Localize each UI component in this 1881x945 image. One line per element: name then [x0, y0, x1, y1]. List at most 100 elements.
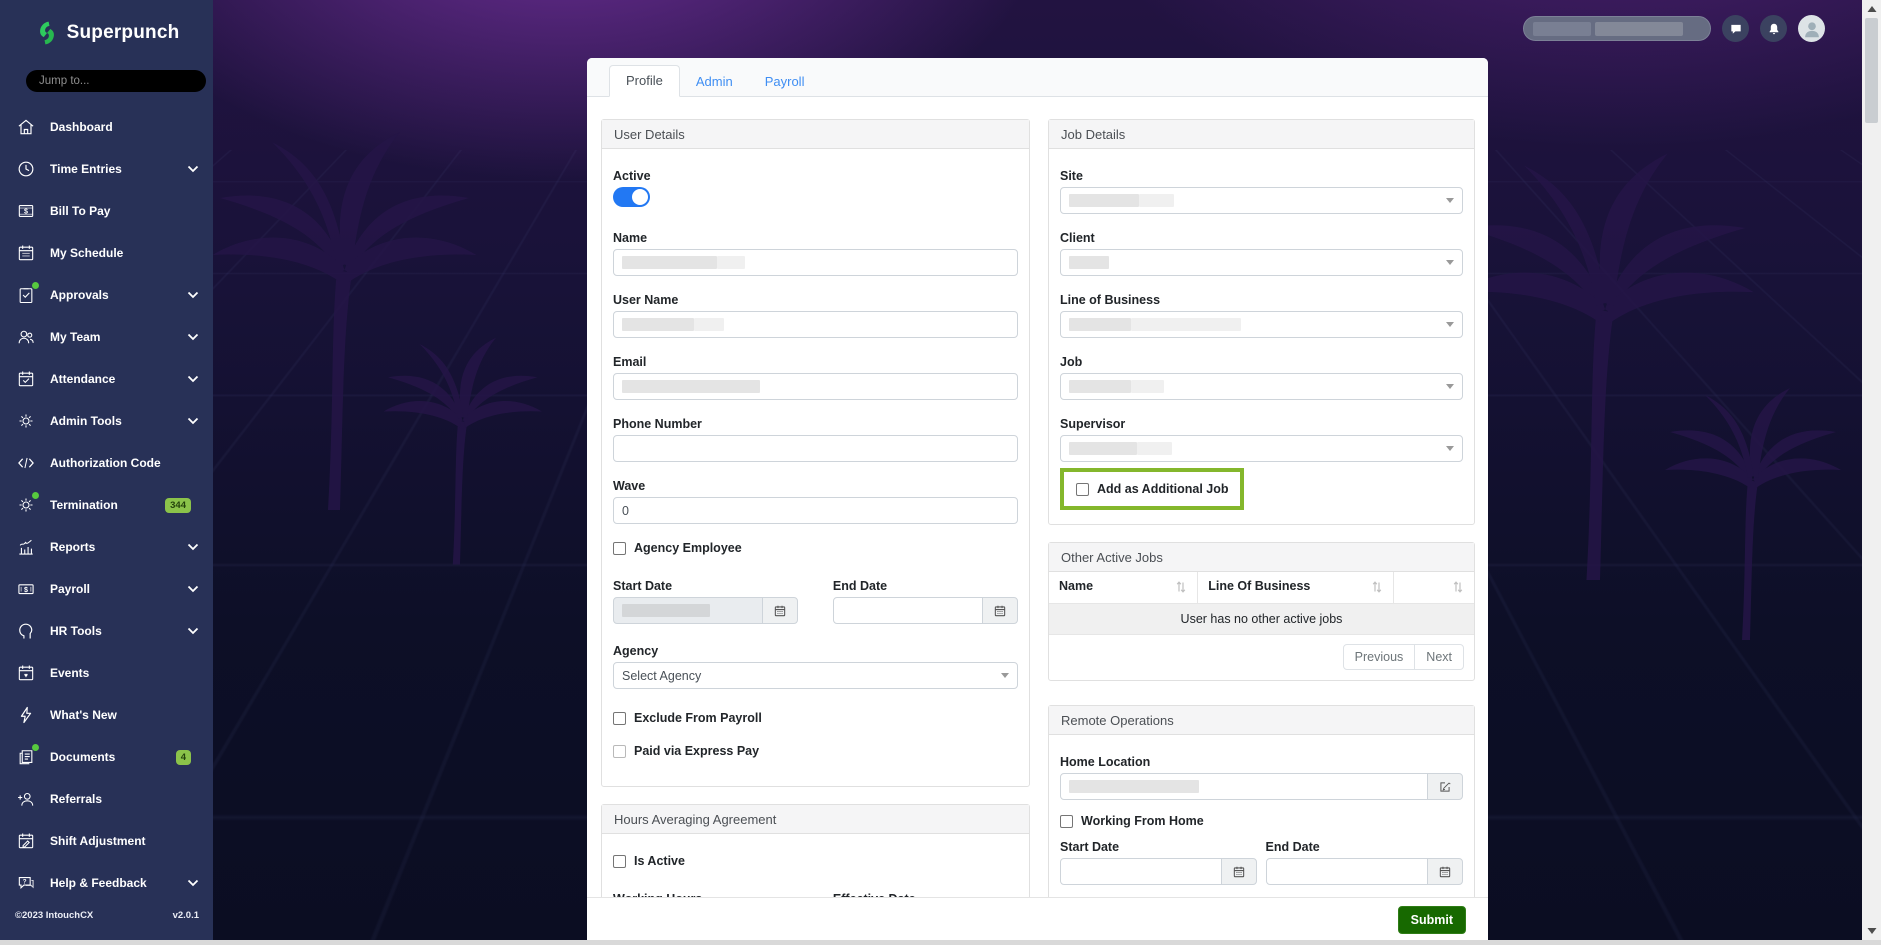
- calendar-button[interactable]: [1221, 858, 1258, 885]
- sidebar-item-help-feedback[interactable]: Help & Feedback: [0, 862, 213, 904]
- horizontal-scrollbar[interactable]: [0, 940, 1881, 945]
- notification-dot: [32, 744, 39, 751]
- scroll-up-icon[interactable]: [1867, 5, 1877, 13]
- wfh-checkbox[interactable]: [1060, 814, 1073, 828]
- panel-body: User Details Active Name User Name Email…: [587, 97, 1488, 897]
- calendar-button[interactable]: [982, 597, 1018, 624]
- add-additional-job-checkbox[interactable]: [1076, 482, 1089, 496]
- other-active-jobs-table: Name Line Of Business: [1049, 572, 1474, 604]
- tab-payroll[interactable]: Payroll: [749, 67, 821, 97]
- card-title: Job Details: [1049, 120, 1474, 149]
- head-icon: [15, 620, 37, 642]
- chevron-down-icon: [187, 879, 199, 887]
- sidebar-item-whats-new[interactable]: What's New: [0, 694, 213, 736]
- redacted-value: [1595, 21, 1683, 36]
- column-header-line-of-business[interactable]: Line Of Business: [1197, 572, 1394, 604]
- card-title: Other Active Jobs: [1049, 543, 1474, 572]
- agency-employee-checkbox[interactable]: [613, 541, 626, 555]
- calendar-icon: [15, 242, 37, 264]
- calendar-button[interactable]: [1427, 858, 1463, 885]
- notifications-bell-button[interactable]: [1760, 15, 1787, 42]
- sidebar-item-attendance[interactable]: Attendance: [0, 358, 213, 400]
- redacted-value: [1069, 256, 1109, 269]
- sidebar-item-shift-adjustment[interactable]: Shift Adjustment: [0, 820, 213, 862]
- start-date-input[interactable]: [613, 597, 764, 624]
- sidebar-item-approvals[interactable]: Approvals: [0, 274, 213, 316]
- redacted-value: [1131, 380, 1164, 393]
- submit-button[interactable]: Submit: [1397, 905, 1466, 934]
- supervisor-select[interactable]: [1060, 435, 1463, 462]
- active-label: Active: [613, 169, 651, 183]
- chevron-down-icon: [187, 375, 199, 383]
- end-date-input[interactable]: [832, 597, 983, 624]
- sidebar-item-admin-tools[interactable]: Admin Tools: [0, 400, 213, 442]
- phone-input[interactable]: [613, 435, 1018, 462]
- sidebar-item-hr-tools[interactable]: HR Tools: [0, 610, 213, 652]
- version-text: v2.0.1: [172, 910, 199, 921]
- add-additional-job-label: Add as Additional Job: [1097, 482, 1229, 496]
- ro-end-date-label: End Date: [1265, 840, 1320, 854]
- chevron-down-icon: [1446, 446, 1454, 451]
- sidebar-item-reports[interactable]: Reports: [0, 526, 213, 568]
- redacted-value: [1069, 780, 1199, 793]
- supervisor-label: Supervisor: [1060, 417, 1126, 431]
- sidebar-item-documents[interactable]: Documents 4: [0, 736, 213, 778]
- sidebar-item-events[interactable]: Events: [0, 652, 213, 694]
- job-select[interactable]: [1060, 373, 1463, 400]
- name-label: Name: [613, 231, 648, 245]
- email-label: Email: [613, 355, 647, 369]
- exclude-payroll-label: Exclude From Payroll: [634, 711, 762, 725]
- vertical-scrollbar[interactable]: [1862, 0, 1881, 940]
- sort-icon: [1175, 581, 1187, 596]
- avatar[interactable]: [1798, 15, 1825, 42]
- card-title: Hours Averaging Agreement: [602, 805, 1029, 834]
- ro-end-date-input[interactable]: [1265, 858, 1428, 885]
- home-location-input[interactable]: [1060, 773, 1428, 800]
- sidebar-item-my-team[interactable]: My Team: [0, 316, 213, 358]
- sidebar-item-time-entries[interactable]: Time Entries: [0, 148, 213, 190]
- sidebar-item-dashboard[interactable]: Dashboard: [0, 106, 213, 148]
- topbar-search-pill[interactable]: [1523, 16, 1711, 41]
- wave-input[interactable]: 0: [613, 497, 1018, 524]
- sidebar-item-termination[interactable]: Termination 344: [0, 484, 213, 526]
- column-header-blank[interactable]: [1392, 572, 1474, 604]
- client-select[interactable]: [1060, 249, 1463, 276]
- wfh-checkbox-row: Working From Home: [1060, 814, 1463, 828]
- phone-label: Phone Number: [613, 417, 702, 431]
- tab-bar: Profile Admin Payroll: [587, 58, 1488, 97]
- sidebar-item-referrals[interactable]: Referrals: [0, 778, 213, 820]
- agency-employee-checkbox-row: Agency Employee: [613, 541, 1018, 555]
- column-header-name[interactable]: Name: [1049, 572, 1199, 604]
- scrollbar-thumb[interactable]: [1865, 18, 1878, 123]
- calendar-button[interactable]: [762, 597, 799, 624]
- active-toggle[interactable]: [613, 187, 650, 207]
- is-active-checkbox[interactable]: [613, 854, 626, 868]
- agency-select[interactable]: Select Agency: [613, 662, 1018, 689]
- sidebar-item-my-schedule[interactable]: My Schedule: [0, 232, 213, 274]
- line-of-business-select[interactable]: [1060, 311, 1463, 338]
- clipboard-check-icon: [15, 282, 39, 306]
- sort-icon: [1371, 581, 1383, 596]
- sidebar-item-authorization-code[interactable]: Authorization Code: [0, 442, 213, 484]
- tab-admin[interactable]: Admin: [680, 67, 749, 97]
- site-select[interactable]: [1060, 187, 1463, 214]
- jump-to-input[interactable]: [26, 70, 206, 92]
- edit-button[interactable]: [1427, 773, 1463, 800]
- name-input[interactable]: [613, 249, 1018, 276]
- user-name-input[interactable]: [613, 311, 1018, 338]
- ro-start-date-input[interactable]: [1060, 858, 1223, 885]
- chat-question-icon: [15, 872, 37, 894]
- tab-profile[interactable]: Profile: [609, 65, 680, 97]
- chevron-down-icon: [1446, 198, 1454, 203]
- express-pay-checkbox[interactable]: [613, 744, 626, 758]
- email-input[interactable]: [613, 373, 1018, 400]
- brand: Superpunch: [0, 0, 213, 46]
- previous-button[interactable]: Previous: [1342, 644, 1416, 670]
- bill-icon: [15, 200, 37, 222]
- sidebar-item-payroll[interactable]: Payroll: [0, 568, 213, 610]
- scroll-down-icon[interactable]: [1867, 927, 1877, 935]
- next-button[interactable]: Next: [1414, 644, 1464, 670]
- chat-bubble-button[interactable]: [1722, 15, 1749, 42]
- exclude-payroll-checkbox[interactable]: [613, 711, 626, 725]
- sidebar-item-bill-to-pay[interactable]: Bill To Pay: [0, 190, 213, 232]
